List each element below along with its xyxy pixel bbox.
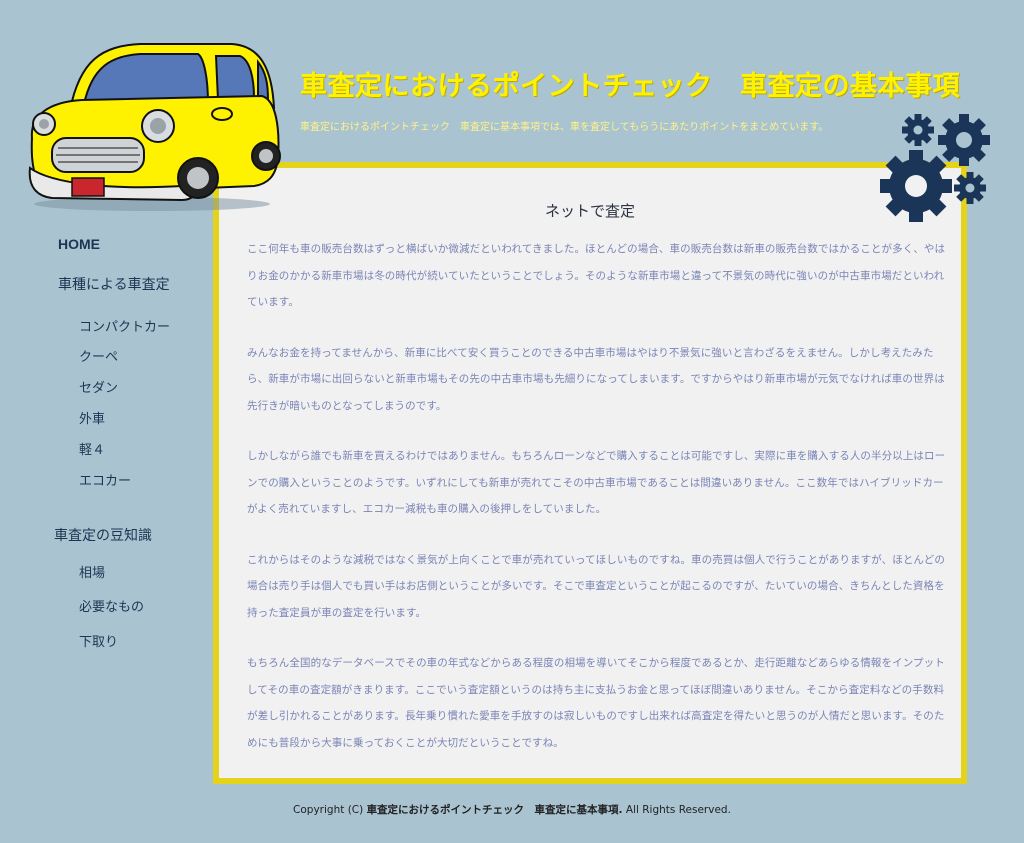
yellow-car-icon [28,43,281,211]
site-description: 車査定におけるポイントチェック 車査定に基本事項では、車を査定してもらうにあたり… [300,122,829,133]
nav-section-tips[interactable]: 車査定の豆知識 [54,525,152,545]
footer-site-link[interactable]: 車査定におけるポイントチェック 車査定に基本事項. [367,804,623,816]
nav-item-foreign-car[interactable]: 外車 [79,408,105,427]
site-header: 車査定におけるポイントチェック 車査定の基本事項 車査定におけるポイントチェック… [0,0,1024,222]
footer-copyright-prefix: Copyright (C) [293,804,367,816]
article-paragraph: もちろん全国的なデータベースでその車の年式などからある程度の相場を導いてそこから… [247,657,945,749]
content-frame: ネットで査定 ここ何年も車の販売台数はずっと横ばいか微減だといわれてきました。ほ… [213,162,967,784]
nav-item-market-price[interactable]: 相場 [79,562,105,581]
nav-home[interactable]: HOME [58,236,100,252]
nav-item-trade-in[interactable]: 下取り [79,631,118,650]
article-body: ここ何年も車の販売台数はずっと横ばいか微減だといわれてきました。ほとんどの場合、… [247,236,947,780]
nav-item-compact-car[interactable]: コンパクトカー [79,316,170,335]
article-paragraph: しかしながら誰でも新車を買えるわけではありません。もちろんローンなどで購入するこ… [247,450,946,515]
nav-item-sedan[interactable]: セダン [79,377,118,396]
gears-icon [880,114,990,222]
nav-section-car-type[interactable]: 車種による車査定 [58,274,170,294]
article-paragraph: これからはそのような減税ではなく景気が上向くことで車が売れていってほしいものです… [247,553,945,619]
footer-rights: All Rights Reserved. [625,804,731,816]
article-paragraph: ここ何年も車の販売台数はずっと横ばいか微減だといわれてきました。ほとんどの場合、… [247,243,946,308]
nav-item-coupe[interactable]: クーペ [79,346,118,365]
site-footer: Copyright (C) 車査定におけるポイントチェック 車査定に基本事項. … [0,802,1024,817]
nav-item-required-items[interactable]: 必要なもの [79,596,144,615]
page-heading: ネットで査定 [544,202,635,220]
article-paragraph: みんなお金を持ってませんから、新車に比べて安く買うことのできる中古車市場はやはり… [247,346,945,412]
site-title[interactable]: 車査定におけるポイントチェック 車査定の基本事項 [300,64,960,103]
nav-item-kei-car[interactable]: 軽４ [79,439,105,458]
nav-item-eco-car[interactable]: エコカー [79,470,131,489]
